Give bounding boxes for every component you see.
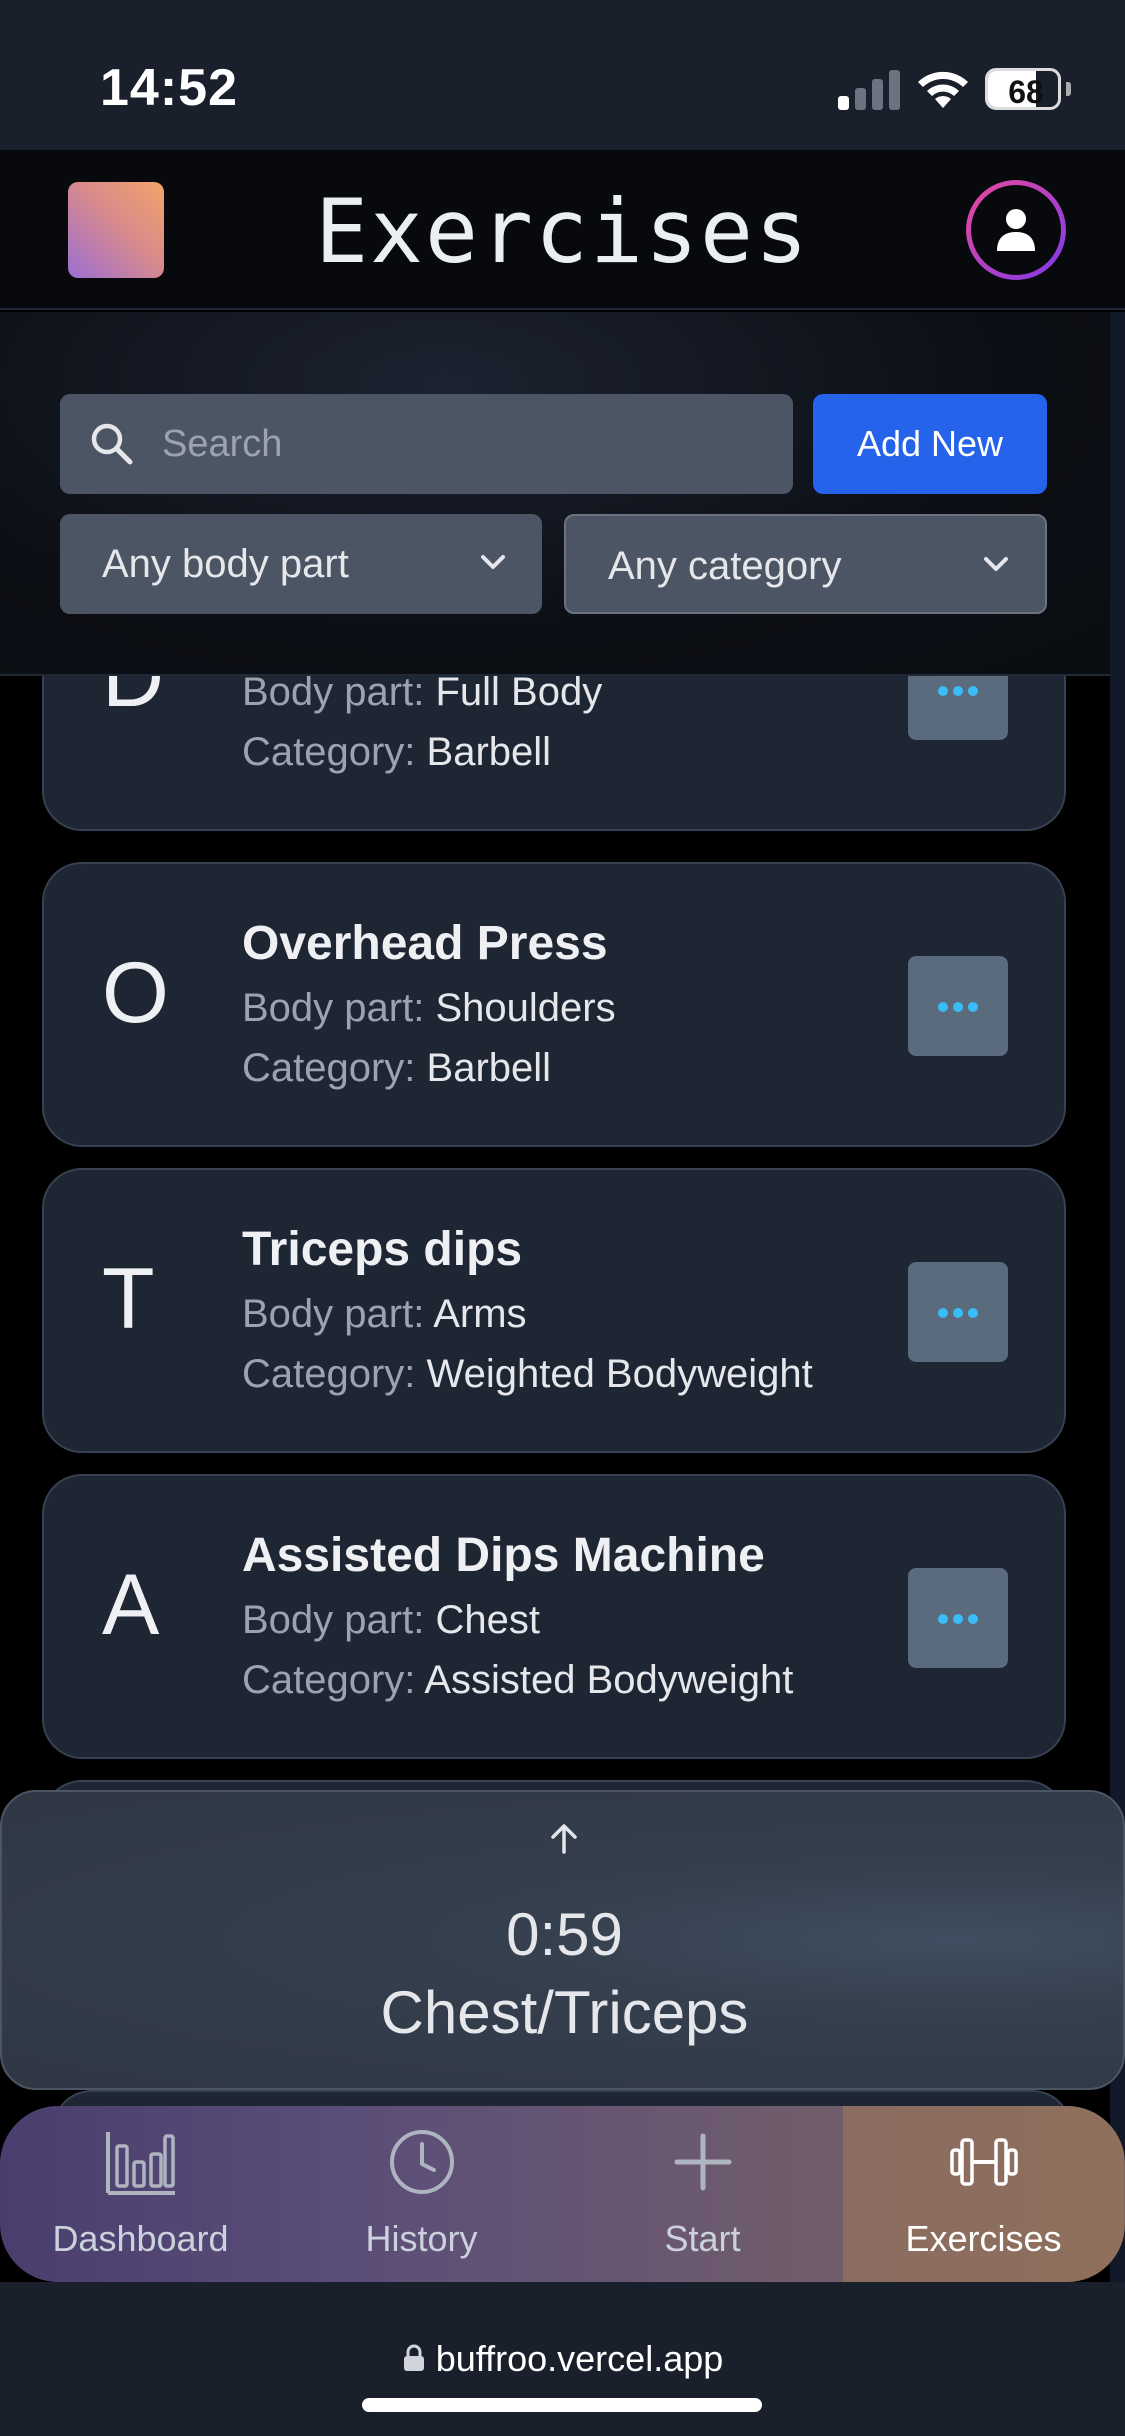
- url-text[interactable]: buffroo.vercel.app: [436, 2338, 724, 2379]
- category-select-value: Any category: [608, 544, 842, 588]
- profile-avatar-button[interactable]: [966, 180, 1066, 280]
- tab-start[interactable]: Start: [562, 2106, 843, 2282]
- exercise-name: Triceps dips: [242, 1223, 523, 1276]
- add-new-button[interactable]: Add New: [813, 394, 1047, 494]
- exercise-body-part: Body part: Shoulders: [242, 986, 616, 1030]
- tab-exercises[interactable]: Exercises: [843, 2106, 1124, 2282]
- active-workout-timer[interactable]: 0:59 Chest/Triceps: [0, 1790, 1125, 2090]
- cellular-signal-icon: [838, 68, 902, 110]
- browser-address-bar[interactable]: buffroo.vercel.app: [0, 2282, 1125, 2436]
- user-icon: [997, 209, 1035, 251]
- category-select[interactable]: Any category: [564, 514, 1047, 614]
- lock-icon: [403, 2344, 424, 2371]
- bar-chart-icon: [105, 2132, 175, 2195]
- body-part-select[interactable]: Any body part: [60, 514, 542, 614]
- status-time: 14:52: [100, 59, 238, 117]
- wifi-icon: [918, 71, 968, 108]
- exercise-category: Category: Weighted Bodyweight: [242, 1352, 813, 1396]
- chevron-down-icon: [984, 557, 1008, 571]
- bottom-tab-bar: Dashboard History Start Exercises: [0, 2106, 1125, 2282]
- app-header: Exercises: [0, 150, 1125, 310]
- home-indicator[interactable]: [362, 2398, 762, 2412]
- workout-name: Chest/Triceps: [380, 1979, 749, 2046]
- exercise-initial: A: [102, 1557, 160, 1653]
- more-options-button[interactable]: [908, 676, 1008, 740]
- timer-elapsed: 0:59: [506, 1901, 623, 1968]
- exercise-card[interactable]: O Overhead Press Body part: Shoulders Ca…: [42, 862, 1066, 1147]
- exercise-name: Overhead Press: [242, 917, 608, 970]
- page-title: Exercises: [315, 180, 810, 283]
- dumbbell-icon: [949, 2138, 1018, 2186]
- tab-history[interactable]: History: [281, 2106, 562, 2282]
- search-box[interactable]: [60, 394, 793, 494]
- more-options-button[interactable]: [908, 1568, 1008, 1668]
- exercise-category: Category: Assisted Bodyweight: [242, 1658, 794, 1702]
- exercise-body-part: Body part: Full Body: [242, 676, 603, 714]
- battery-percent: 68: [1008, 74, 1044, 110]
- tab-label: Dashboard: [52, 2218, 229, 2259]
- exercise-initial: T: [102, 1251, 155, 1347]
- exercise-category: Category: Barbell: [242, 1046, 552, 1090]
- more-options-button[interactable]: [908, 1262, 1008, 1362]
- exercise-card[interactable]: T Triceps dips Body part: Arms Category:…: [42, 1168, 1066, 1453]
- battery-icon: 68: [985, 68, 1065, 110]
- exercise-body-part: Body part: Chest: [242, 1598, 540, 1642]
- arrow-up-icon[interactable]: [547, 1822, 581, 1856]
- tab-dashboard[interactable]: Dashboard: [0, 2106, 281, 2282]
- exercise-initial: D: [102, 676, 165, 725]
- clock-icon: [389, 2130, 454, 2194]
- chevron-down-icon: [481, 555, 505, 569]
- tab-label: Exercises: [905, 2218, 1062, 2259]
- status-bar: 14:52 68: [0, 0, 1125, 150]
- exercise-card[interactable]: D Body part: Full Body Category: Barbell: [42, 676, 1066, 831]
- plus-icon: [674, 2133, 731, 2191]
- exercise-card[interactable]: A Assisted Dips Machine Body part: Chest…: [42, 1474, 1066, 1759]
- exercise-name: Assisted Dips Machine: [242, 1529, 765, 1582]
- tab-label: History: [365, 2218, 478, 2259]
- tab-label: Start: [664, 2218, 741, 2259]
- search-icon: [91, 423, 133, 465]
- search-input[interactable]: [162, 394, 762, 494]
- filter-panel: Add New Any body part Any category: [0, 312, 1110, 676]
- exercise-body-part: Body part: Arms: [242, 1292, 527, 1336]
- exercise-category: Category: Barbell: [242, 730, 552, 774]
- exercise-initial: O: [102, 945, 169, 1041]
- more-options-button[interactable]: [908, 956, 1008, 1056]
- body-part-select-value: Any body part: [102, 542, 349, 586]
